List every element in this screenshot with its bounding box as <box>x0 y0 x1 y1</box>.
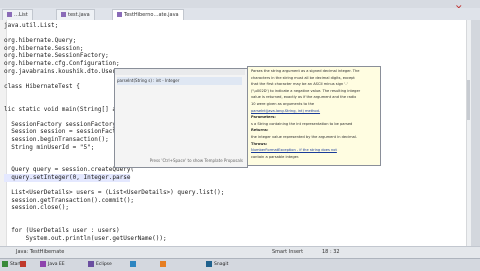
app-icon <box>2 260 8 267</box>
overview-ruler <box>471 20 480 246</box>
javadoc-line: the integer value represented by the arg… <box>251 135 357 139</box>
content-assist-header <box>115 69 245 75</box>
javadoc-line: 10 were given as arguments to the <box>251 102 315 106</box>
taskbar-item[interactable] <box>20 260 28 269</box>
app-icon <box>40 260 46 267</box>
scrollbar-thumb[interactable] <box>467 80 470 120</box>
javadoc-line: Parameters: <box>251 115 276 120</box>
taskbar <box>0 258 480 271</box>
javadoc-line[interactable]: NumberFormatException - if the string do… <box>251 148 377 153</box>
status-cursor-position: 18 : 32 <box>322 249 340 255</box>
taskbar-item[interactable]: Start <box>2 260 21 269</box>
javadoc-line: Returns: <box>251 128 269 133</box>
tab-list[interactable]: …List <box>2 9 33 20</box>
code-line: lic static void main(String[] args <box>4 105 127 113</box>
javadoc-line: contain a parsable integer. <box>251 154 300 159</box>
java-file-icon <box>117 12 122 17</box>
java-file-icon <box>7 12 12 17</box>
code-line: class HibernateTest { <box>4 82 80 90</box>
javadoc-line: Throws: <box>251 141 268 146</box>
javadoc-line: characters in the string must all be dec… <box>251 75 355 80</box>
app-icon <box>20 260 26 267</box>
taskbar-item-label: Snagit <box>214 262 229 267</box>
status-insert-mode: Smart Insert <box>272 249 304 255</box>
code-line: System.out.println(user.getUserName()); <box>4 234 167 242</box>
app-icon <box>88 260 94 267</box>
taskbar-item[interactable]: Snagit <box>206 260 228 269</box>
taskbar-item[interactable]: Java EE <box>40 260 65 269</box>
app-icon <box>206 260 212 267</box>
app-icon <box>130 260 136 267</box>
tab-test-java[interactable]: test.java <box>56 9 95 20</box>
taskbar-item-label: Java EE <box>48 262 65 267</box>
javadoc-line: s a String containing the int representa… <box>251 121 353 126</box>
javadoc-line: value is returned, exactly as if the arg… <box>251 95 357 100</box>
javadoc-popup: Parses the string argument as a signed d… <box>247 66 381 166</box>
code-line: query.setInteger(0, Integer.parse <box>4 174 131 182</box>
status-left-text: Java: TestHibernate <box>16 249 65 255</box>
code-line: String minUserId = "5"; <box>4 143 95 151</box>
code-line: java.util.List; <box>4 22 59 29</box>
taskbar-item[interactable]: Eclipse <box>88 260 112 269</box>
taskbar-item[interactable] <box>160 260 168 269</box>
content-assist-selected-item[interactable]: parseInt(String s) : int - Integer <box>117 77 242 85</box>
javadoc-line: Parses the string argument as a signed d… <box>251 69 360 73</box>
app-icon <box>160 260 166 267</box>
javadoc-line[interactable]: parseInt(java.lang.String, int) method. <box>251 109 377 114</box>
content-assist-footer: Press 'Ctrl+Space' to show Template Prop… <box>149 158 243 163</box>
java-file-icon <box>61 12 66 17</box>
javadoc-line: that the first character may be an ASCII… <box>251 82 348 87</box>
javadoc-line: ('\u002D') to indicate a negative value.… <box>251 88 361 93</box>
tab-test-hibernate[interactable]: TestHiberno…ate.java <box>112 9 184 20</box>
code-line: session.close(); <box>4 204 70 212</box>
taskbar-item[interactable] <box>130 260 138 269</box>
taskbar-item-label: Eclipse <box>96 262 112 267</box>
